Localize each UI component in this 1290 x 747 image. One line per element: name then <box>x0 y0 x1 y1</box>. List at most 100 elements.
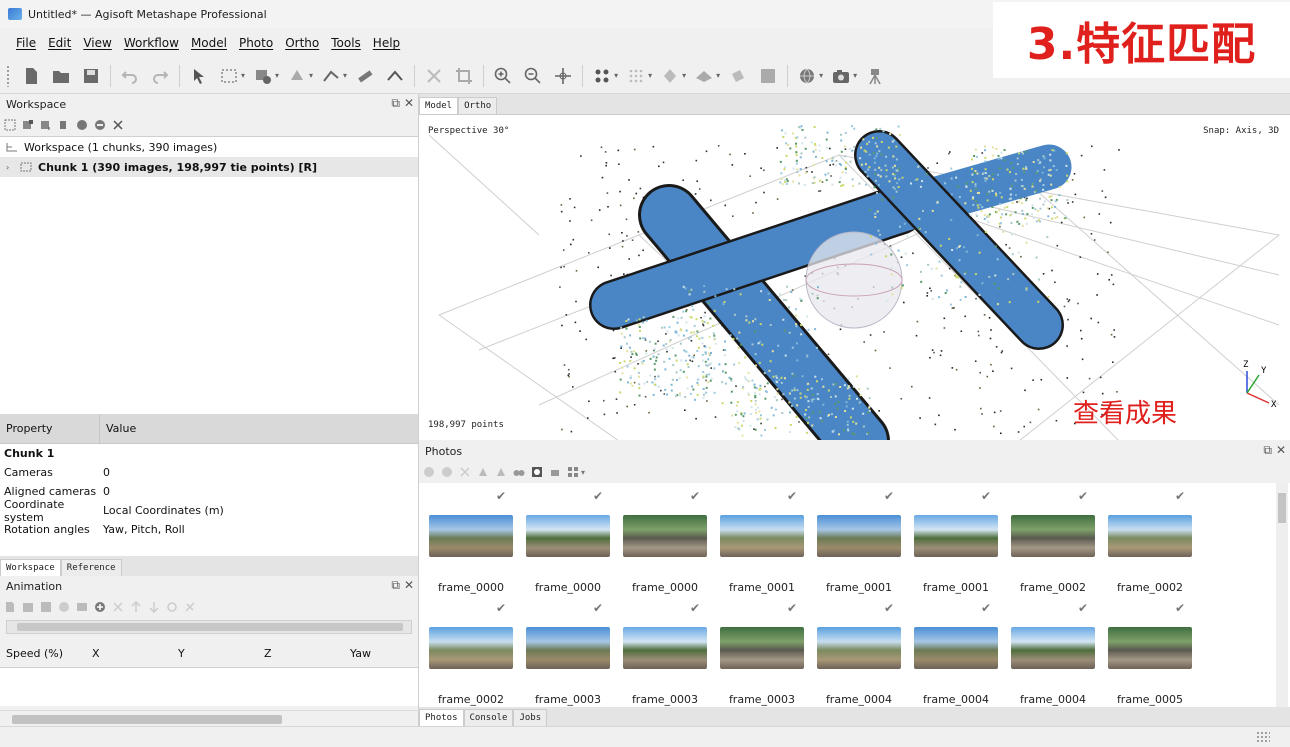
left-horizontal-scrollbar[interactable] <box>0 710 418 726</box>
save-track-icon[interactable] <box>40 601 52 613</box>
photo-thumbnail-item[interactable]: ✔ frame_0005 <box>1098 595 1195 707</box>
tripod-icon[interactable] <box>862 63 888 89</box>
surface-icon[interactable] <box>691 63 717 89</box>
tab-jobs[interactable]: Jobs <box>513 709 548 726</box>
brush-icon[interactable] <box>284 63 310 89</box>
add-folder-icon[interactable] <box>40 119 52 131</box>
view-mode-caret-icon[interactable]: ▾ <box>581 468 585 477</box>
view-mode-icon[interactable] <box>567 466 579 478</box>
photos-vertical-scrollbar[interactable] <box>1276 483 1288 707</box>
menu-model[interactable]: Model <box>185 36 233 50</box>
x-column-header[interactable]: X <box>86 647 172 660</box>
enable-camera-icon[interactable] <box>423 466 435 478</box>
z-column-header[interactable]: Z <box>258 647 344 660</box>
speed-column-header[interactable]: Speed (%) <box>0 647 86 660</box>
float-panel-icon[interactable]: ⧉ <box>1263 443 1272 458</box>
tab-reference[interactable]: Reference <box>60 559 122 576</box>
add-keyframe-icon[interactable] <box>94 601 106 613</box>
binoculars-icon[interactable] <box>513 466 525 478</box>
property-column-header[interactable]: Property <box>0 413 100 444</box>
photos-scroll-thumb[interactable] <box>1278 493 1286 523</box>
zoom-out-icon[interactable] <box>520 63 546 89</box>
rotate-left-icon[interactable] <box>477 466 489 478</box>
new-track-icon[interactable] <box>4 601 16 613</box>
grid-icon[interactable] <box>623 63 649 89</box>
photo-thumbnail-item[interactable]: ✔ frame_0004 <box>904 595 1001 707</box>
add-photos-icon[interactable] <box>22 119 34 131</box>
menu-help[interactable]: Help <box>367 36 406 50</box>
y-column-header[interactable]: Y <box>172 647 258 660</box>
rotate-right-icon[interactable] <box>495 466 507 478</box>
close-panel-icon[interactable]: ✕ <box>404 96 414 111</box>
photo-thumbnail-item[interactable]: ✔ frame_0002 <box>1001 483 1098 595</box>
photo-thumbnail-item[interactable]: ✔ frame_0001 <box>904 483 1001 595</box>
open-icon[interactable] <box>48 63 74 89</box>
tab-model[interactable]: Model <box>419 97 459 114</box>
tab-workspace[interactable]: Workspace <box>0 559 61 576</box>
yaw-column-header[interactable]: Yaw <box>344 647 414 660</box>
tab-photos[interactable]: Photos <box>419 709 464 726</box>
enable-icon[interactable] <box>76 119 88 131</box>
image-icon[interactable] <box>755 63 781 89</box>
rect-select-icon[interactable] <box>216 63 242 89</box>
globe-icon[interactable] <box>794 63 820 89</box>
shading-icon[interactable] <box>657 63 683 89</box>
photo-thumbnail-item[interactable]: ✔ frame_0001 <box>710 483 807 595</box>
menu-workflow[interactable]: Workflow <box>118 36 185 50</box>
close-panel-icon[interactable]: ✕ <box>404 578 414 593</box>
left-scroll-thumb[interactable] <box>12 715 282 724</box>
remove-camera-icon[interactable] <box>459 466 471 478</box>
timeline-scroll-thumb[interactable] <box>17 623 403 631</box>
menu-edit[interactable]: Edit <box>42 36 77 50</box>
small-thumbnail-icon[interactable] <box>549 466 561 478</box>
menu-ortho[interactable]: Ortho <box>279 36 325 50</box>
photo-thumbnail-item[interactable]: ✔ frame_0000 <box>613 483 710 595</box>
close-panel-icon[interactable]: ✕ <box>1276 443 1286 458</box>
new-icon[interactable] <box>18 63 44 89</box>
float-panel-icon[interactable]: ⧉ <box>391 96 400 111</box>
save-icon[interactable] <box>78 63 104 89</box>
tree-chunk[interactable]: › Chunk 1 (390 images, 198,997 tie point… <box>0 157 418 177</box>
photo-thumbnail-item[interactable]: ✔ frame_0003 <box>516 595 613 707</box>
move-up-icon[interactable] <box>130 600 142 613</box>
animation-timeline-scrollbar[interactable] <box>6 620 412 634</box>
undo-icon[interactable] <box>117 63 143 89</box>
menu-tools[interactable]: Tools <box>325 36 367 50</box>
photo-thumbnail-item[interactable]: ✔ frame_0000 <box>516 483 613 595</box>
photo-thumbnail-item[interactable]: ✔ frame_0003 <box>613 595 710 707</box>
polygon-icon[interactable] <box>318 63 344 89</box>
photo-thumbnail-item[interactable]: ✔ frame_0000 <box>419 483 516 595</box>
photo-thumbnail-item[interactable]: ✔ frame_0004 <box>1001 595 1098 707</box>
resize-grip-icon[interactable] <box>1256 731 1270 743</box>
shape-icon[interactable] <box>382 63 408 89</box>
loop-icon[interactable] <box>166 601 178 613</box>
zoom-in-icon[interactable] <box>490 63 516 89</box>
crop-icon[interactable] <box>451 63 477 89</box>
points-icon[interactable] <box>589 63 615 89</box>
film-icon[interactable] <box>76 601 88 613</box>
record-icon[interactable] <box>58 601 70 613</box>
menu-file[interactable]: File <box>10 36 42 50</box>
redo-icon[interactable] <box>147 63 173 89</box>
navigate-icon[interactable] <box>186 63 212 89</box>
texture-icon[interactable] <box>725 63 751 89</box>
tab-ortho[interactable]: Ortho <box>458 97 498 114</box>
settings-icon[interactable] <box>184 601 196 613</box>
photo-thumbnail-item[interactable]: ✔ frame_0004 <box>807 595 904 707</box>
add-chunk-icon[interactable] <box>4 119 16 131</box>
model-viewport[interactable]: X Z Y Perspective 30° Snap: Axis, 3D 198… <box>419 114 1290 440</box>
delete-icon[interactable] <box>112 119 124 131</box>
tab-console[interactable]: Console <box>463 709 514 726</box>
menu-view[interactable]: View <box>77 36 117 50</box>
delete-icon[interactable] <box>421 63 447 89</box>
disable-camera-icon[interactable] <box>441 466 453 478</box>
lasso-icon[interactable] <box>250 63 276 89</box>
open-track-icon[interactable] <box>22 601 34 613</box>
value-column-header[interactable]: Value <box>100 422 136 435</box>
remove-items-icon[interactable] <box>58 119 70 131</box>
photo-thumbnail-item[interactable]: ✔ frame_0002 <box>1098 483 1195 595</box>
toolbar-grip[interactable] <box>6 64 10 87</box>
photo-thumbnail-item[interactable]: ✔ frame_0001 <box>807 483 904 595</box>
tree-root[interactable]: Workspace (1 chunks, 390 images) <box>0 137 418 157</box>
mask-icon[interactable] <box>531 466 543 478</box>
